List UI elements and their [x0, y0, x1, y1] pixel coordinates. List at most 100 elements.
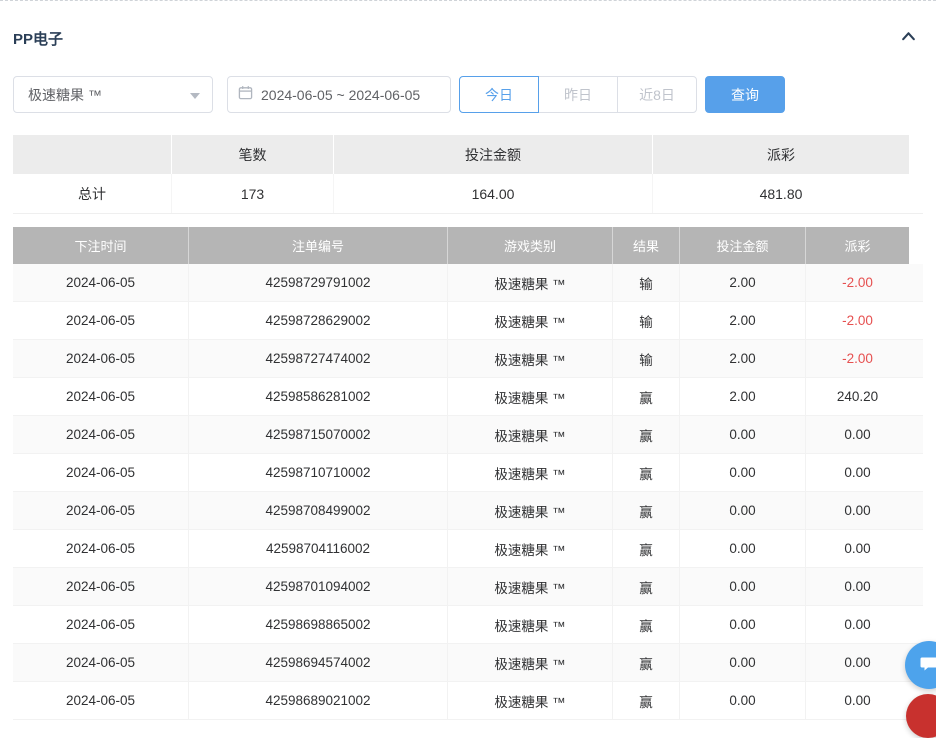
- bet-time-cell: 2024-06-05: [13, 302, 189, 339]
- order-id-cell: 42598694574002: [189, 644, 448, 681]
- summary-header-empty: [13, 135, 172, 174]
- game-type-cell: 极速糖果 ™: [448, 492, 613, 529]
- bet-time-cell: 2024-06-05: [13, 416, 189, 453]
- header-bet-amount: 投注金额: [680, 227, 806, 264]
- table-row: 2024-06-05 42598689021002 极速糖果 ™ 赢 0.00 …: [13, 682, 923, 720]
- game-type-cell: 极速糖果 ™: [448, 378, 613, 415]
- quick-date-button-group: 今日 昨日 近8日: [459, 76, 697, 113]
- order-id-cell: 42598728629002: [189, 302, 448, 339]
- quick-button-yesterday[interactable]: 昨日: [538, 76, 618, 113]
- bet-time-cell: 2024-06-05: [13, 644, 189, 681]
- result-cell: 赢: [613, 682, 680, 719]
- bet-time-cell: 2024-06-05: [13, 492, 189, 529]
- date-range-picker[interactable]: [227, 76, 451, 113]
- calendar-icon: [238, 85, 253, 105]
- result-cell: 输: [613, 340, 680, 377]
- result-cell: 赢: [613, 530, 680, 567]
- order-id-cell: 42598708499002: [189, 492, 448, 529]
- order-id-cell: 42598698865002: [189, 606, 448, 643]
- summary-header-row: 笔数 投注金额 派彩: [13, 135, 923, 174]
- result-cell: 赢: [613, 416, 680, 453]
- summary-table: 笔数 投注金额 派彩 总计 173 164.00 481.80: [13, 135, 923, 214]
- chat-bubble-icon: [919, 653, 936, 678]
- summary-total-payout: 481.80: [653, 174, 909, 213]
- bet-amount-cell: 0.00: [680, 568, 806, 605]
- table-row: 2024-06-05 42598727474002 极速糖果 ™ 输 2.00 …: [13, 340, 923, 378]
- game-type-cell: 极速糖果 ™: [448, 568, 613, 605]
- table-row: 2024-06-05 42598708499002 极速糖果 ™ 赢 0.00 …: [13, 492, 923, 530]
- red-float-button[interactable]: [906, 694, 936, 738]
- summary-header-count: 笔数: [172, 135, 334, 174]
- header-payout: 派彩: [806, 227, 909, 264]
- bet-amount-cell: 0.00: [680, 644, 806, 681]
- summary-total-bet-amount: 164.00: [334, 174, 653, 213]
- order-id-cell: 42598704116002: [189, 530, 448, 567]
- game-type-cell: 极速糖果 ™: [448, 682, 613, 719]
- bet-time-cell: 2024-06-05: [13, 606, 189, 643]
- table-row: 2024-06-05 42598704116002 极速糖果 ™ 赢 0.00 …: [13, 530, 923, 568]
- result-cell: 赢: [613, 492, 680, 529]
- bet-records-table: 下注时间 注单编号 游戏类别 结果 投注金额 派彩 2024-06-05 425…: [13, 227, 923, 720]
- table-row: 2024-06-05 42598710710002 极速糖果 ™ 赢 0.00 …: [13, 454, 923, 492]
- table-row: 2024-06-05 42598694574002 极速糖果 ™ 赢 0.00 …: [13, 644, 923, 682]
- game-select-value: 极速糖果 ™: [28, 85, 102, 105]
- header-result: 结果: [613, 227, 680, 264]
- chevron-down-icon: [190, 93, 200, 99]
- payout-cell: 0.00: [806, 530, 909, 567]
- game-select[interactable]: 极速糖果 ™: [13, 76, 213, 113]
- bet-amount-cell: 2.00: [680, 302, 806, 339]
- quick-button-last8days[interactable]: 近8日: [617, 76, 697, 113]
- table-row: 2024-06-05 42598698865002 极速糖果 ™ 赢 0.00 …: [13, 606, 923, 644]
- result-cell: 输: [613, 264, 680, 301]
- summary-total-row: 总计 173 164.00 481.80: [13, 174, 923, 214]
- bet-amount-cell: 0.00: [680, 454, 806, 491]
- header-bet-time: 下注时间: [13, 227, 189, 264]
- bet-amount-cell: 0.00: [680, 606, 806, 643]
- game-type-cell: 极速糖果 ™: [448, 530, 613, 567]
- order-id-cell: 42598710710002: [189, 454, 448, 491]
- search-button[interactable]: 查询: [705, 76, 785, 113]
- summary-header-bet-amount: 投注金额: [334, 135, 653, 174]
- panel-header: PP电子: [13, 28, 923, 49]
- date-range-input[interactable]: [261, 87, 442, 103]
- payout-cell: -2.00: [806, 340, 909, 377]
- result-cell: 赢: [613, 378, 680, 415]
- bet-time-cell: 2024-06-05: [13, 264, 189, 301]
- result-cell: 赢: [613, 606, 680, 643]
- result-cell: 赢: [613, 644, 680, 681]
- bet-time-cell: 2024-06-05: [13, 340, 189, 377]
- payout-cell: 0.00: [806, 644, 909, 681]
- payout-cell: 0.00: [806, 568, 909, 605]
- game-type-cell: 极速糖果 ™: [448, 644, 613, 681]
- pp-electronic-panel: PP电子 极速糖果 ™ 今日 昨日 近8日 查询 笔数 投注金: [0, 28, 936, 720]
- header-order-id: 注单编号: [189, 227, 448, 264]
- order-id-cell: 42598586281002: [189, 378, 448, 415]
- panel-title: PP电子: [13, 28, 63, 49]
- table-row: 2024-06-05 42598715070002 极速糖果 ™ 赢 0.00 …: [13, 416, 923, 454]
- bet-amount-cell: 0.00: [680, 530, 806, 567]
- game-type-cell: 极速糖果 ™: [448, 340, 613, 377]
- bet-time-cell: 2024-06-05: [13, 454, 189, 491]
- game-type-cell: 极速糖果 ™: [448, 416, 613, 453]
- payout-cell: -2.00: [806, 264, 909, 301]
- quick-button-today[interactable]: 今日: [459, 76, 539, 113]
- result-cell: 赢: [613, 568, 680, 605]
- summary-total-count: 173: [172, 174, 334, 213]
- table-row: 2024-06-05 42598729791002 极速糖果 ™ 输 2.00 …: [13, 264, 923, 302]
- summary-total-label: 总计: [13, 174, 172, 213]
- filter-bar: 极速糖果 ™ 今日 昨日 近8日 查询: [13, 76, 923, 113]
- payout-cell: -2.00: [806, 302, 909, 339]
- top-divider: [0, 0, 936, 1]
- payout-cell: 0.00: [806, 416, 909, 453]
- bet-time-cell: 2024-06-05: [13, 568, 189, 605]
- game-type-cell: 极速糖果 ™: [448, 606, 613, 643]
- header-game-type: 游戏类别: [448, 227, 613, 264]
- bet-amount-cell: 0.00: [680, 682, 806, 719]
- bet-amount-cell: 0.00: [680, 416, 806, 453]
- collapse-button[interactable]: [897, 29, 919, 49]
- result-cell: 输: [613, 302, 680, 339]
- bet-amount-cell: 0.00: [680, 492, 806, 529]
- game-type-cell: 极速糖果 ™: [448, 302, 613, 339]
- detail-table-body: 2024-06-05 42598729791002 极速糖果 ™ 输 2.00 …: [13, 264, 923, 720]
- order-id-cell: 42598727474002: [189, 340, 448, 377]
